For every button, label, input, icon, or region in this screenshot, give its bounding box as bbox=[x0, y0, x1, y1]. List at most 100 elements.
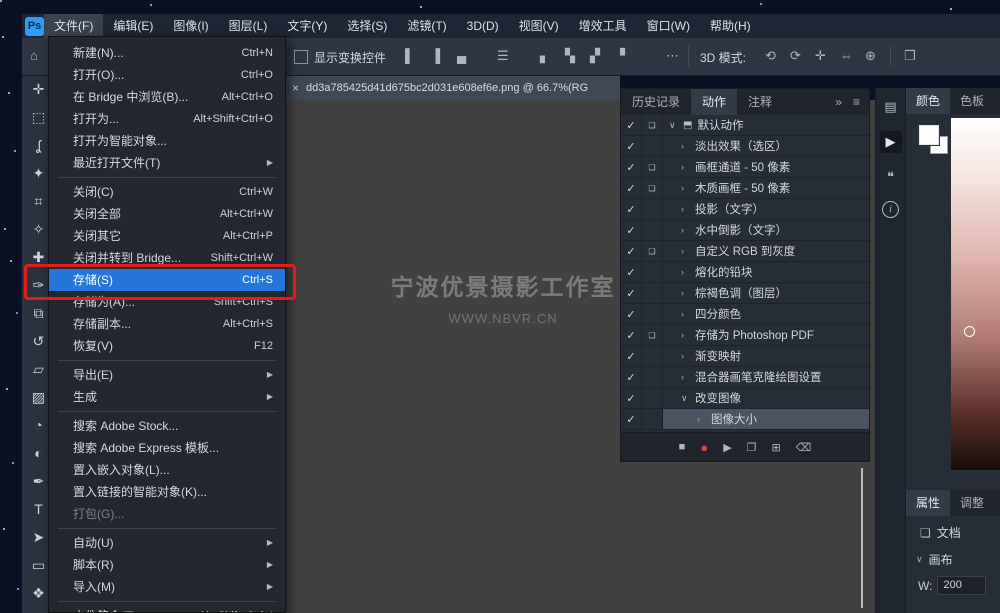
action-row[interactable]: ✓ ›四分颜色 bbox=[621, 304, 869, 325]
home-icon[interactable]: ⌂ bbox=[30, 47, 38, 65]
expand-arrow-icon[interactable]: ∨ bbox=[681, 393, 690, 404]
menu-item-search-adobe-express-templates[interactable]: 搜索 Adobe Express 模板... bbox=[49, 437, 285, 459]
menu-file[interactable]: 文件(F) bbox=[44, 14, 103, 38]
dialog-toggle-empty[interactable] bbox=[642, 136, 663, 156]
3d-scale-icon[interactable]: ⊕ bbox=[865, 47, 876, 65]
action-row[interactable]: ✓ ❏ ›木质画框 - 50 像素 bbox=[621, 178, 869, 199]
action-row[interactable]: ✓ ❏ ›自定义 RGB 到灰度 bbox=[621, 241, 869, 262]
menu-item-automate[interactable]: 自动(U)▶ bbox=[49, 532, 285, 554]
collapse-arrow-icon[interactable]: › bbox=[681, 267, 690, 277]
distribute-1-icon[interactable]: ▖ bbox=[540, 47, 550, 65]
menu-view[interactable]: 视图(V) bbox=[509, 14, 569, 38]
tab-history[interactable]: 历史记录 bbox=[621, 89, 691, 115]
tab-actions[interactable]: 动作 bbox=[691, 89, 737, 115]
action-check-icon[interactable]: ✓ bbox=[621, 325, 642, 345]
chevron-down-icon[interactable]: ∨ bbox=[916, 554, 923, 565]
3d-rotate-icon[interactable]: ⟲ bbox=[765, 47, 776, 65]
action-row[interactable]: ✓ ›渐变映射 bbox=[621, 346, 869, 367]
collapse-arrow-icon[interactable]: › bbox=[697, 414, 706, 424]
show-transform-checkbox[interactable] bbox=[294, 50, 308, 64]
action-row[interactable]: ✓ ›棕褐色调（图层） bbox=[621, 283, 869, 304]
menu-select[interactable]: 选择(S) bbox=[337, 14, 397, 38]
distribute-3-icon[interactable]: ▞ bbox=[590, 47, 600, 65]
dialog-toggle-empty[interactable] bbox=[642, 409, 663, 429]
menu-layer[interactable]: 图层(L) bbox=[219, 14, 278, 38]
action-row[interactable]: ✓ ›水中倒影（文字） bbox=[621, 220, 869, 241]
expand-arrow-icon[interactable]: ∨ bbox=[669, 120, 678, 131]
tab-close-icon[interactable]: × bbox=[285, 81, 306, 95]
align-left-icon[interactable]: ▌ bbox=[405, 47, 414, 65]
menu-item-close-others[interactable]: 关闭其它Alt+Ctrl+P bbox=[49, 225, 285, 247]
distribute-2-icon[interactable]: ▚ bbox=[565, 47, 575, 65]
menu-item-search-adobe-stock[interactable]: 搜索 Adobe Stock... bbox=[49, 415, 285, 437]
new-action-button[interactable]: ⊞ bbox=[772, 441, 781, 454]
3d-roll-icon[interactable]: ⟳ bbox=[790, 47, 801, 65]
dialog-toggle-empty[interactable] bbox=[642, 199, 663, 219]
menu-item-place-embedded[interactable]: 置入嵌入对象(L)... bbox=[49, 459, 285, 481]
menu-item-save-as[interactable]: 存储为(A)...Shift+Ctrl+S bbox=[49, 291, 285, 313]
action-check-icon[interactable]: ✓ bbox=[621, 115, 642, 135]
action-row[interactable]: ✓ ❏ ›画框通道 - 50 像素 bbox=[621, 157, 869, 178]
action-check-icon[interactable]: ✓ bbox=[621, 199, 642, 219]
info-panel-icon[interactable]: i bbox=[882, 201, 899, 218]
menu-item-import[interactable]: 导入(M)▶ bbox=[49, 576, 285, 598]
dialog-toggle-icon[interactable]: ❏ bbox=[642, 157, 663, 177]
menu-item-scripts[interactable]: 脚本(R)▶ bbox=[49, 554, 285, 576]
menu-item-browse-in-bridge[interactable]: 在 Bridge 中浏览(B)...Alt+Ctrl+O bbox=[49, 86, 285, 108]
menu-item-save[interactable]: 存储(S)Ctrl+S bbox=[49, 269, 285, 291]
action-check-icon[interactable]: ✓ bbox=[621, 388, 642, 408]
menu-plugins[interactable]: 增效工具 bbox=[569, 14, 637, 38]
collapse-arrow-icon[interactable]: › bbox=[681, 309, 690, 319]
tab-swatches[interactable]: 色板 bbox=[950, 88, 994, 114]
action-check-icon[interactable]: ✓ bbox=[621, 241, 642, 261]
action-row-image-size[interactable]: ✓ ›图像大小 bbox=[621, 409, 869, 430]
history-panel-icon[interactable]: ▤ bbox=[880, 96, 902, 118]
collapse-arrow-icon[interactable]: › bbox=[681, 246, 690, 256]
menu-item-generate[interactable]: 生成▶ bbox=[49, 386, 285, 408]
action-check-icon[interactable]: ✓ bbox=[621, 178, 642, 198]
menu-image[interactable]: 图像(I) bbox=[163, 14, 218, 38]
align-top-icon[interactable]: ☰ bbox=[497, 47, 509, 65]
menu-item-open-as-smart-object[interactable]: 打开为智能对象... bbox=[49, 130, 285, 152]
collapse-arrow-icon[interactable]: › bbox=[681, 288, 690, 298]
tab-adjustments[interactable]: 调整 bbox=[950, 490, 994, 516]
color-picker-ring[interactable] bbox=[964, 326, 975, 337]
action-row-change-image[interactable]: ✓ ∨改变图像 bbox=[621, 388, 869, 409]
action-check-icon[interactable]: ✓ bbox=[621, 346, 642, 366]
dialog-toggle-empty[interactable] bbox=[642, 388, 663, 408]
dialog-toggle-empty[interactable] bbox=[642, 304, 663, 324]
action-check-icon[interactable]: ✓ bbox=[621, 283, 642, 303]
action-check-icon[interactable]: ✓ bbox=[621, 367, 642, 387]
panel-collapse-icon[interactable]: » bbox=[835, 95, 842, 109]
action-check-icon[interactable]: ✓ bbox=[621, 262, 642, 282]
menu-item-open-as[interactable]: 打开为...Alt+Shift+Ctrl+O bbox=[49, 108, 285, 130]
collapse-arrow-icon[interactable]: › bbox=[681, 204, 690, 214]
dialog-toggle-icon[interactable]: ❏ bbox=[642, 115, 663, 135]
action-check-icon[interactable]: ✓ bbox=[621, 409, 642, 429]
collapse-arrow-icon[interactable]: › bbox=[681, 372, 690, 382]
dialog-toggle-icon[interactable]: ❏ bbox=[642, 178, 663, 198]
collapse-arrow-icon[interactable]: › bbox=[681, 330, 690, 340]
action-row[interactable]: ✓ ›熔化的铅块 bbox=[621, 262, 869, 283]
tab-notes[interactable]: 注释 bbox=[737, 89, 783, 115]
menu-item-recent-files[interactable]: 最近打开文件(T)▶ bbox=[49, 152, 285, 174]
panel-edge-highlight[interactable] bbox=[861, 468, 863, 608]
menu-item-export[interactable]: 导出(E)▶ bbox=[49, 364, 285, 386]
action-check-icon[interactable]: ✓ bbox=[621, 304, 642, 324]
width-field[interactable]: 200 bbox=[937, 576, 986, 595]
collapse-arrow-icon[interactable]: › bbox=[681, 225, 690, 235]
menu-item-open[interactable]: 打开(O)...Ctrl+O bbox=[49, 64, 285, 86]
menu-help[interactable]: 帮助(H) bbox=[700, 14, 761, 38]
dialog-toggle-empty[interactable] bbox=[642, 220, 663, 240]
menu-3d[interactable]: 3D(D) bbox=[457, 14, 509, 38]
menu-item-close[interactable]: 关闭(C)Ctrl+W bbox=[49, 181, 285, 203]
action-check-icon[interactable]: ✓ bbox=[621, 220, 642, 240]
action-check-icon[interactable]: ✓ bbox=[621, 136, 642, 156]
stop-button[interactable]: ■ bbox=[679, 441, 686, 453]
distribute-4-icon[interactable]: ▝ bbox=[615, 47, 625, 65]
3d-slide-icon[interactable]: ⇔ bbox=[840, 47, 853, 65]
menu-item-file-info[interactable]: 文件简介(F)...Alt+Shift+Ctrl+I bbox=[49, 605, 285, 613]
collapse-arrow-icon[interactable]: › bbox=[681, 351, 690, 361]
menu-type[interactable]: 文字(Y) bbox=[277, 14, 337, 38]
action-row[interactable]: ✓ ›淡出效果（选区） bbox=[621, 136, 869, 157]
